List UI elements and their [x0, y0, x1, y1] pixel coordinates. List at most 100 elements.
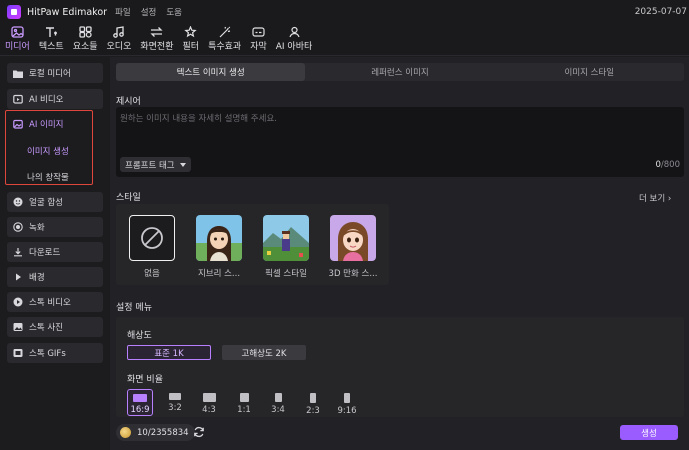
chevron-right-icon: › [667, 194, 672, 204]
sidebar-item-download[interactable]: 다운로드 [7, 242, 103, 262]
tool-subtitle[interactable]: 자막 [250, 25, 267, 55]
ai-image-icon [13, 119, 23, 129]
ratio-shape [202, 393, 216, 402]
sidebar-item-stock-gif[interactable]: 스톡 GIFs [7, 343, 103, 363]
prompt-placeholder: 원하는 이미지 내용을 자세히 설명해 주세요. [120, 114, 277, 124]
ratio-label: 3:4 [271, 405, 285, 415]
tool-label: AI 아바타 [275, 42, 313, 52]
prompt-input[interactable]: 원하는 이미지 내용을 자세히 설명해 주세요. 프롬프트 태그 0/800 [116, 107, 684, 177]
bottom-bar: 10/2355834 생성 [110, 421, 689, 450]
stock-video-icon [13, 297, 23, 307]
sidebar: 로컬 미디어 AI 비디오 AI 이미지 이미지 생성 나의 창작물 얼굴 합성… [0, 57, 110, 450]
tool-effects[interactable]: 특수효과 [208, 25, 241, 55]
ratio-3-4[interactable]: 3:4 [265, 389, 291, 416]
menu-help[interactable]: 도움 [166, 6, 182, 18]
style-ghibli-option[interactable] [196, 215, 242, 261]
mode-tabs: 텍스트 이미지 생성 레퍼런스 이미지 이미지 스타일 [116, 63, 684, 81]
sidebar-item-ai-video[interactable]: AI 비디오 [7, 89, 103, 109]
transition-icon [150, 25, 164, 38]
credits-badge: 10/2355834 [116, 424, 195, 441]
main-panel: 텍스트 이미지 생성 레퍼런스 이미지 이미지 스타일 제시어 원하는 이미지 … [110, 57, 689, 450]
tool-text[interactable]: 텍스트 [39, 25, 64, 55]
ratio-3-2[interactable]: 3:2 [162, 389, 188, 416]
ratio-shape [169, 393, 181, 400]
ratio-label: 4:3 [202, 405, 216, 415]
tool-media[interactable]: 미디어 [5, 25, 30, 55]
sidebar-item-face-swap[interactable]: 얼굴 합성 [7, 192, 103, 212]
tool-label: 미디어 [5, 42, 30, 52]
text-icon [44, 25, 58, 38]
ratio-label: 1:1 [237, 405, 251, 415]
tool-label: 화면전환 [140, 42, 174, 52]
menu-settings[interactable]: 설정 [141, 6, 157, 18]
ratio-1-1[interactable]: 1:1 [231, 389, 257, 416]
tool-transition[interactable]: 화면전환 [140, 25, 174, 55]
ratio-2-3[interactable]: 2:3 [300, 389, 326, 416]
sidebar-item-label: 다운로드 [29, 248, 61, 258]
sidebar-sub-generate[interactable]: 이미지 생성 [27, 145, 69, 157]
style-caption: 지브리 스... [197, 269, 241, 279]
generate-button[interactable]: 생성 [620, 425, 678, 440]
ratio-shape [274, 393, 282, 402]
sidebar-item-local-media[interactable]: 로컬 미디어 [7, 63, 103, 83]
3d-cartoon-style-thumbnail [330, 215, 376, 261]
tool-label: 텍스트 [38, 42, 64, 52]
style-caption: 3D 만화 스... [328, 269, 378, 279]
style-none-option[interactable] [129, 215, 175, 261]
resolution-1k-button[interactable]: 표준 1K [127, 345, 211, 360]
ratio-4-3[interactable]: 4:3 [196, 389, 222, 416]
ratio-9-16[interactable]: 9:16 [334, 389, 360, 416]
coin-icon [120, 427, 131, 438]
face-swap-icon [13, 197, 23, 207]
style-pixel-option[interactable] [263, 215, 309, 261]
sidebar-item-stock-video[interactable]: 스톡 비디오 [7, 292, 103, 312]
sidebar-item-background[interactable]: 배경 [7, 267, 103, 287]
ratio-label: 3:2 [168, 403, 182, 413]
tool-audio[interactable]: 오디오 [106, 25, 132, 55]
prompt-tag-button[interactable]: 프롬프트 태그 [120, 157, 191, 172]
ratio-shape [310, 393, 316, 403]
style-3d-cartoon-option[interactable] [330, 215, 376, 261]
ai-video-icon [13, 94, 23, 104]
sidebar-sub-my-creations[interactable]: 나의 창작물 [27, 171, 69, 183]
tool-elements[interactable]: 요소들 [73, 25, 98, 55]
tab-image-style[interactable]: 이미지 스타일 [495, 63, 684, 81]
credits-total: /2355834 [147, 427, 189, 438]
tool-avatar[interactable]: AI 아바타 [275, 25, 313, 55]
tool-label: 오디오 [106, 42, 132, 52]
menu-file[interactable]: 파일 [115, 6, 131, 18]
ratio-shape [133, 394, 147, 402]
record-icon [13, 222, 23, 232]
more-styles-link[interactable]: 더 보기 › [639, 192, 671, 204]
resolution-2k-button[interactable]: 고해상도 2K [222, 345, 306, 360]
background-icon [13, 272, 23, 282]
tool-filter[interactable]: 필터 [183, 25, 199, 55]
prompt-tag-label: 프롬프트 태그 [125, 160, 175, 171]
audio-icon [112, 25, 126, 38]
effects-icon [218, 25, 232, 38]
sidebar-item-label: 녹화 [29, 223, 45, 233]
refresh-icon[interactable] [193, 426, 205, 438]
ratio-16-9[interactable]: 16:9 [127, 389, 153, 416]
style-label: 스타일 [116, 193, 141, 203]
sidebar-item-label: 스톡 비디오 [29, 298, 71, 308]
style-options-panel: 없음 지브리 스... 픽셀 스타일 3D 만화 스... [116, 204, 389, 285]
aspect-ratio-label: 화면 비율 [127, 375, 163, 385]
tab-text-to-image[interactable]: 텍스트 이미지 생성 [116, 63, 306, 81]
tab-reference-image[interactable]: 레퍼런스 이미지 [305, 63, 494, 81]
title-bar: HitPaw Edimakor 파일 설정 도움 2025-07-07 [0, 0, 689, 24]
app-logo-icon [7, 5, 21, 19]
folder-icon [13, 68, 23, 78]
credits-used: 10 [137, 427, 148, 438]
sidebar-item-stock-photo[interactable]: 스톡 사진 [7, 317, 103, 337]
ratio-label: 9:16 [337, 406, 357, 416]
tool-label: 특수효과 [208, 42, 242, 52]
style-caption: 없음 [144, 269, 160, 279]
char-max: /800 [660, 160, 680, 170]
sidebar-item-record[interactable]: 녹화 [7, 217, 103, 237]
sidebar-item-label: AI 이미지 [29, 120, 64, 130]
prompt-label: 제시어 [116, 97, 141, 107]
sidebar-item-label: 스톡 사진 [29, 323, 63, 333]
sidebar-item-label: 배경 [29, 273, 45, 283]
sidebar-item-ai-image[interactable]: AI 이미지 [7, 114, 103, 134]
